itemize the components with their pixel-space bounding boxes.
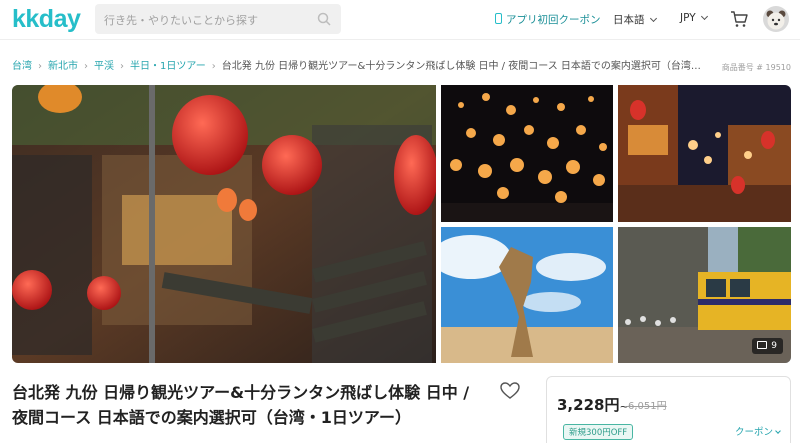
language-selector[interactable]: 日本語 bbox=[613, 12, 657, 27]
photo-count-badge[interactable]: 9 bbox=[752, 338, 783, 354]
avatar[interactable] bbox=[763, 6, 789, 32]
search-bar[interactable]: 行き先・やりたいことから探す bbox=[95, 4, 341, 34]
bear-avatar-icon bbox=[766, 10, 786, 30]
original-price: 6,051円 bbox=[628, 401, 667, 412]
breadcrumb-item[interactable]: 台湾 bbox=[12, 61, 32, 72]
new-user-discount-badge: 新規300円OFF bbox=[563, 424, 634, 440]
breadcrumb-current: 台北発 九份 日帰り観光ツアー&十分ランタン飛ばし体験 日中 / 夜間コース 日… bbox=[221, 61, 701, 72]
coupon-label: クーポン bbox=[734, 427, 773, 438]
gallery-image-sky-lanterns[interactable] bbox=[441, 85, 613, 222]
product-title: 台北発 九份 日帰り観光ツアー&十分ランタン飛ばし体験 日中 / 夜間コース 日… bbox=[12, 383, 470, 427]
language-label: 日本語 bbox=[613, 14, 645, 26]
kkday-logo[interactable]: kkday bbox=[12, 5, 81, 34]
breadcrumb-item[interactable]: 新北市 bbox=[48, 61, 78, 72]
breadcrumb-item[interactable]: 平渓 bbox=[94, 61, 114, 72]
image-icon bbox=[757, 341, 768, 349]
price-box: 3,228円~ 6,051円 新規300円OFF クーポン bbox=[546, 376, 791, 443]
phone-icon bbox=[495, 13, 502, 24]
price: 3,228円~ bbox=[557, 394, 629, 415]
search-icon[interactable] bbox=[317, 12, 331, 26]
gallery-image-queens-head-rock[interactable] bbox=[441, 227, 613, 363]
chevron-right-icon: › bbox=[211, 61, 216, 72]
app-coupon-link[interactable]: アプリ初回クーポン bbox=[495, 12, 601, 27]
currency-label: JPY bbox=[680, 12, 696, 24]
photo-count: 9 bbox=[771, 341, 777, 351]
price-value: 3,228円 bbox=[557, 396, 620, 414]
chevron-right-icon: › bbox=[120, 61, 124, 72]
gallery-image-teahouse[interactable] bbox=[618, 85, 791, 222]
product-number: 商品番号 # 19510 bbox=[721, 63, 791, 72]
header: kkday 行き先・やりたいことから探す アプリ初回クーポン 日本語 JPY bbox=[0, 0, 800, 40]
gallery-image-pingxi-train[interactable]: 9 bbox=[618, 227, 791, 363]
chevron-right-icon: › bbox=[38, 61, 42, 72]
photo-gallery[interactable]: 9 bbox=[12, 85, 791, 363]
cart-icon[interactable] bbox=[730, 10, 748, 28]
chevron-down-icon bbox=[700, 12, 708, 21]
currency-selector[interactable]: JPY bbox=[680, 12, 708, 24]
chevron-right-icon: › bbox=[84, 61, 88, 72]
heart-icon[interactable] bbox=[500, 382, 520, 400]
chevron-down-icon bbox=[649, 14, 657, 23]
coupon-dropdown[interactable]: クーポン bbox=[734, 424, 781, 438]
breadcrumb: 台湾 › 新北市 › 平渓 › 半日・1日ツアー › 台北発 九份 日帰り観光ツアー&十分ランタ… bbox=[12, 57, 702, 72]
chevron-down-icon bbox=[775, 428, 781, 434]
search-input[interactable]: 行き先・やりたいことから探す bbox=[104, 12, 258, 28]
breadcrumb-item[interactable]: 半日・1日ツアー bbox=[130, 61, 206, 72]
gallery-main-image[interactable] bbox=[12, 85, 436, 363]
app-coupon-label: アプリ初回クーポン bbox=[506, 14, 601, 26]
